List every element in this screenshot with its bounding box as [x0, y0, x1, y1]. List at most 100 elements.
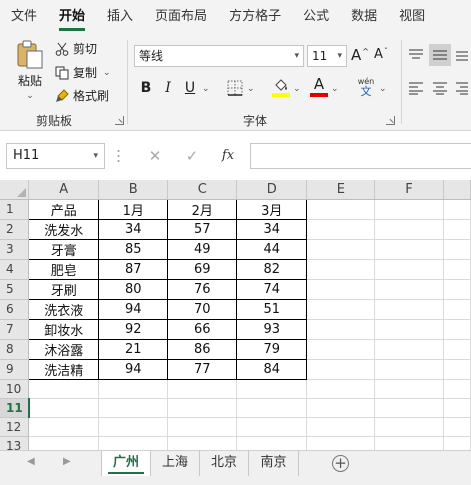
- cell[interactable]: 93: [236, 318, 308, 340]
- cell[interactable]: [98, 417, 169, 437]
- column-header-c[interactable]: C: [167, 180, 238, 200]
- align-center-button[interactable]: [432, 81, 448, 98]
- row-header[interactable]: 1: [0, 199, 30, 220]
- italic-button[interactable]: I: [158, 77, 178, 99]
- cell[interactable]: [28, 398, 100, 418]
- cell[interactable]: [374, 299, 444, 320]
- cell[interactable]: 86: [167, 338, 238, 360]
- format-painter-button[interactable]: 格式刷: [55, 87, 109, 104]
- cell[interactable]: 70: [167, 298, 238, 320]
- font-size-select[interactable]: 11 ▾: [307, 45, 347, 67]
- column-header-a[interactable]: A: [28, 180, 100, 200]
- grow-font-button[interactable]: A ^: [351, 46, 369, 64]
- next-sheet-icon[interactable]: ▶: [63, 456, 71, 467]
- tab-fangfang[interactable]: 方方格子: [218, 0, 292, 34]
- cell[interactable]: [306, 379, 376, 399]
- cell[interactable]: 牙膏: [28, 238, 100, 260]
- align-middle-button[interactable]: [429, 44, 451, 66]
- bold-button[interactable]: B: [136, 77, 156, 99]
- underline-button[interactable]: U: [180, 77, 200, 99]
- phonetic-button[interactable]: wén 文: [355, 77, 377, 97]
- paste-button[interactable]: 粘贴 ⌄: [12, 40, 48, 101]
- cell[interactable]: 1月: [98, 198, 169, 220]
- align-right-button[interactable]: [455, 81, 469, 98]
- cell[interactable]: 82: [236, 258, 308, 280]
- cell[interactable]: 57: [167, 218, 238, 240]
- fill-color-button[interactable]: [272, 78, 290, 101]
- cell[interactable]: [374, 436, 444, 450]
- worksheet-grid[interactable]: A B C D E F 1 产品 1月 2月 3月 2 洗发水 34 57 34 3 牙膏 85 49 44 4 肥皂 87 6…: [0, 180, 471, 450]
- cell[interactable]: [98, 398, 169, 418]
- cell[interactable]: [443, 199, 471, 220]
- cell[interactable]: [306, 417, 376, 437]
- row-header[interactable]: 4: [0, 259, 30, 280]
- cell[interactable]: [374, 417, 444, 437]
- cell[interactable]: 77: [167, 358, 238, 380]
- cell[interactable]: 49: [167, 238, 238, 260]
- cell[interactable]: 21: [98, 338, 169, 360]
- add-sheet-icon[interactable]: +: [332, 455, 349, 472]
- font-name-select[interactable]: 等线 ▾: [134, 45, 304, 67]
- row-header[interactable]: 2: [0, 219, 30, 240]
- cell[interactable]: [374, 359, 444, 380]
- column-header-f[interactable]: F: [374, 180, 444, 200]
- cell[interactable]: 94: [98, 358, 169, 380]
- cell[interactable]: 产品: [28, 198, 100, 220]
- cell[interactable]: [236, 417, 308, 437]
- cell[interactable]: [374, 239, 444, 260]
- cell[interactable]: [306, 398, 376, 418]
- cell[interactable]: [167, 436, 238, 450]
- cell[interactable]: [443, 398, 471, 418]
- tab-data[interactable]: 数据: [340, 0, 388, 34]
- tab-formulas[interactable]: 公式: [292, 0, 340, 34]
- row-header[interactable]: 10: [0, 379, 30, 399]
- chevron-down-icon[interactable]: ⌄: [331, 84, 339, 94]
- cell[interactable]: [374, 398, 444, 418]
- chevron-down-icon[interactable]: ⌄: [103, 68, 111, 78]
- row-header[interactable]: 13: [0, 436, 30, 450]
- cell[interactable]: 洗发水: [28, 218, 100, 240]
- formula-input[interactable]: [250, 143, 471, 169]
- insert-function-button[interactable]: fx: [217, 145, 239, 167]
- cell[interactable]: [306, 436, 376, 450]
- cell[interactable]: [374, 259, 444, 280]
- row-header[interactable]: 11: [0, 398, 30, 418]
- cell[interactable]: [28, 417, 100, 437]
- cell[interactable]: 2月: [167, 198, 238, 220]
- copy-button[interactable]: 复制 ⌄: [55, 64, 111, 81]
- cell[interactable]: 洗衣液: [28, 298, 100, 320]
- sheet-tab-guangzhou[interactable]: 广州: [101, 451, 151, 476]
- chevron-down-icon[interactable]: ⌄: [202, 84, 210, 94]
- cell[interactable]: [443, 417, 471, 437]
- cell[interactable]: [98, 436, 169, 450]
- tab-view[interactable]: 视图: [388, 0, 436, 34]
- cell[interactable]: 69: [167, 258, 238, 280]
- cell[interactable]: [443, 319, 471, 340]
- select-all-corner[interactable]: [0, 180, 30, 200]
- cell[interactable]: 卸妆水: [28, 318, 100, 340]
- dialog-launcher-icon[interactable]: [386, 116, 395, 125]
- cell[interactable]: [443, 379, 471, 399]
- column-header-e[interactable]: E: [306, 180, 376, 200]
- cell[interactable]: [167, 379, 238, 399]
- sheet-tab-nanjing[interactable]: 南京: [249, 451, 299, 476]
- column-header-partial[interactable]: [443, 180, 471, 200]
- cell[interactable]: [374, 199, 444, 220]
- sheet-tab-beijing[interactable]: 北京: [200, 451, 249, 476]
- cell[interactable]: 84: [236, 358, 308, 380]
- cell[interactable]: 洗洁精: [28, 358, 100, 380]
- row-header[interactable]: 12: [0, 417, 30, 437]
- cell[interactable]: [236, 436, 308, 450]
- cell[interactable]: [306, 199, 376, 220]
- cell[interactable]: 80: [98, 278, 169, 300]
- cell[interactable]: [306, 239, 376, 260]
- cell[interactable]: [167, 417, 238, 437]
- cell[interactable]: [236, 398, 308, 418]
- chevron-down-icon[interactable]: ⌄: [247, 84, 255, 94]
- cell[interactable]: 牙刷: [28, 278, 100, 300]
- shrink-font-button[interactable]: Aˇ: [374, 47, 388, 62]
- cell[interactable]: 肥皂: [28, 258, 100, 280]
- cell[interactable]: [306, 339, 376, 360]
- cell[interactable]: [374, 279, 444, 300]
- align-bottom-button[interactable]: [455, 48, 469, 65]
